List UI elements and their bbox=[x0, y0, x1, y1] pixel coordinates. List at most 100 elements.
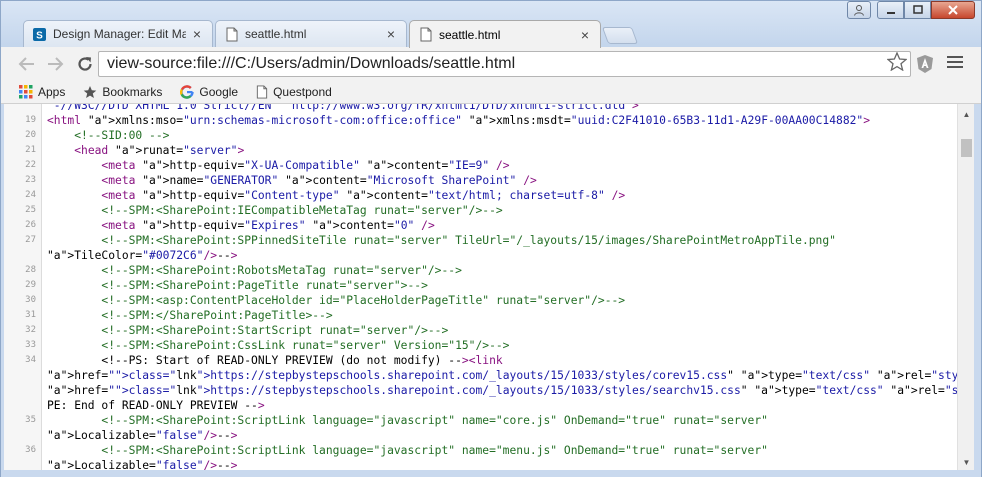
line-code: "a">Localizable="false"/>--> bbox=[47, 429, 238, 442]
line-code: <!--SPM:<SharePoint:StartScript runat="s… bbox=[47, 324, 449, 337]
bookmark-label: Apps bbox=[38, 84, 66, 99]
line-number: 27 bbox=[25, 235, 36, 245]
forward-button[interactable] bbox=[43, 52, 67, 76]
line-code: <!--SID:00 --> bbox=[47, 129, 170, 142]
bookmark-bookmarks[interactable]: Bookmarks bbox=[83, 85, 162, 99]
source-line: 28 <!--SPM:<SharePoint:RobotsMetaTag run… bbox=[4, 263, 957, 278]
vertical-scrollbar[interactable]: ▲ ▼ bbox=[957, 104, 974, 470]
close-tab-icon[interactable]: × bbox=[384, 27, 398, 41]
page-icon bbox=[224, 27, 239, 42]
bookmark-label: Google bbox=[199, 84, 239, 99]
source-line: 34 <!--PS: Start of READ-ONLY PREVIEW (d… bbox=[4, 353, 957, 368]
scrollbar-thumb[interactable] bbox=[961, 139, 972, 157]
bookmark-google[interactable]: Google bbox=[180, 85, 238, 99]
close-tab-icon[interactable]: × bbox=[190, 27, 204, 41]
back-arrow-icon bbox=[18, 57, 34, 71]
line-code: <!--SPM:<SharePoint:ScriptLink language=… bbox=[47, 444, 768, 457]
apps-grid-icon bbox=[19, 84, 33, 99]
source-line: 31 <!--SPM:</SharePoint:PageTitle>--> bbox=[4, 308, 957, 323]
line-number: 32 bbox=[25, 325, 36, 335]
tab-title: seattle.html bbox=[245, 27, 307, 41]
source-lines: "-//W3C//DTD XHTML 1.0 Strict//EN" "http… bbox=[4, 104, 957, 470]
source-line: "a">href="">class="lnk">https://stepbyst… bbox=[4, 383, 957, 398]
scroll-down-arrow-icon[interactable]: ▼ bbox=[958, 454, 975, 470]
line-code: <!--SPM:<SharePoint:SPPinnedSiteTile run… bbox=[47, 234, 836, 247]
close-window-button[interactable] bbox=[931, 1, 975, 19]
back-button[interactable] bbox=[15, 52, 39, 76]
line-code: <html "a">xmlns:mso="urn:schemas-microso… bbox=[47, 114, 871, 127]
user-icon bbox=[854, 5, 864, 16]
source-line: 19 <html "a">xmlns:mso="urn:schemas-micro… bbox=[4, 113, 957, 128]
line-number: 22 bbox=[25, 160, 36, 170]
user-profile-button[interactable] bbox=[847, 1, 871, 19]
source-line: 33 <!--SPM:<SharePoint:CssLink runat="se… bbox=[4, 338, 957, 353]
line-number: 35 bbox=[25, 415, 36, 425]
minimize-icon bbox=[886, 12, 895, 14]
source-view[interactable]: "-//W3C//DTD XHTML 1.0 Strict//EN" "http… bbox=[4, 104, 957, 470]
source-line: "a">href="">class="lnk">https://stepbyst… bbox=[4, 368, 957, 383]
reload-icon bbox=[78, 57, 92, 71]
close-tab-icon[interactable]: × bbox=[578, 28, 592, 42]
line-number: 21 bbox=[25, 145, 36, 155]
line-code: <!--SPM:<asp:ContentPlaceHolder id="Plac… bbox=[47, 294, 626, 307]
window-controls bbox=[847, 1, 975, 19]
tab-seattle-1[interactable]: seattle.html × bbox=[215, 20, 407, 47]
google-icon bbox=[180, 84, 195, 99]
line-code: "-//W3C//DTD XHTML 1.0 Strict//EN" "http… bbox=[47, 104, 639, 112]
tab-design-manager[interactable]: S Design Manager: Edit Ma × bbox=[23, 20, 213, 47]
sharepoint-icon: S bbox=[32, 27, 47, 42]
bookmark-label: Bookmarks bbox=[102, 84, 163, 99]
line-number: 20 bbox=[25, 130, 36, 140]
bookmark-questpond[interactable]: Questpond bbox=[256, 85, 332, 99]
line-number: 33 bbox=[25, 340, 36, 350]
line-number: 36 bbox=[25, 445, 36, 455]
line-number: 25 bbox=[25, 205, 36, 215]
line-code: PE: End of READ-ONLY PREVIEW --> bbox=[47, 399, 265, 412]
source-line: "-//W3C//DTD XHTML 1.0 Strict//EN" "http… bbox=[4, 104, 957, 113]
line-number bbox=[4, 428, 42, 443]
line-code: <meta "a">http-equiv="Content-type" "a">… bbox=[101, 189, 626, 202]
source-line: 23 <meta "a">name="GENERATOR" "a">conten… bbox=[4, 173, 957, 188]
maximize-button[interactable] bbox=[904, 1, 931, 19]
line-number bbox=[4, 368, 42, 383]
minimize-button[interactable] bbox=[877, 1, 904, 19]
source-line: 27 <!--SPM:<SharePoint:SPPinnedSiteTile … bbox=[4, 233, 957, 248]
browser-menu-icon[interactable] bbox=[947, 56, 963, 70]
line-code: <!--SPM:<SharePoint:RobotsMetaTag runat=… bbox=[47, 264, 462, 277]
bookmark-apps[interactable]: Apps bbox=[19, 84, 66, 99]
maximize-icon bbox=[912, 5, 923, 14]
line-number bbox=[4, 458, 42, 470]
bookmark-star-icon[interactable] bbox=[884, 50, 910, 77]
tab-title: seattle.html bbox=[439, 27, 501, 42]
scroll-up-arrow-icon[interactable]: ▲ bbox=[958, 106, 975, 122]
source-line: "a">Localizable="false"/>--> bbox=[4, 458, 957, 470]
line-code: <!--PS: Start of READ-ONLY PREVIEW (do n… bbox=[47, 354, 503, 367]
line-number: 19 bbox=[25, 115, 36, 125]
line-number: 24 bbox=[25, 190, 36, 200]
line-code: <!--SPM:<SharePoint:CssLink runat="serve… bbox=[47, 339, 510, 352]
reload-button[interactable] bbox=[73, 52, 97, 76]
source-line: 25 <!--SPM:<SharePoint:IECompatibleMetaT… bbox=[4, 203, 957, 218]
line-code: "a">href="">class="lnk">https://stepbyst… bbox=[47, 384, 957, 397]
page-icon bbox=[418, 27, 433, 42]
bookmark-label: Questpond bbox=[273, 84, 332, 99]
browser-toolbar: view-source:file:///C:/Users/admin/Downl… bbox=[1, 47, 981, 80]
line-number: 26 bbox=[25, 220, 36, 230]
source-line: 21 <head "a">runat="server"> bbox=[4, 143, 957, 158]
address-bar[interactable]: view-source:file:///C:/Users/admin/Downl… bbox=[98, 50, 911, 77]
line-code: <meta "a">http-equiv="X-UA-Compatible" "… bbox=[101, 159, 510, 172]
forward-arrow-icon bbox=[48, 57, 64, 71]
line-code: <!--SPM:<SharePoint:ScriptLink language=… bbox=[47, 414, 768, 427]
address-url[interactable]: view-source:file:///C:/Users/admin/Downl… bbox=[99, 55, 884, 73]
source-line: PE: End of READ-ONLY PREVIEW --> bbox=[4, 398, 957, 413]
source-line: 36 <!--SPM:<SharePoint:ScriptLink langua… bbox=[4, 443, 957, 458]
line-code: "a">Localizable="false"/>--> bbox=[47, 459, 238, 470]
source-line: 24 <meta "a">http-equiv="Content-type" "… bbox=[4, 188, 957, 203]
browser-window: S Design Manager: Edit Ma × seattle.html… bbox=[0, 0, 982, 477]
star-icon bbox=[83, 85, 97, 99]
source-line: 35 <!--SPM:<SharePoint:ScriptLink langua… bbox=[4, 413, 957, 428]
new-tab-button[interactable] bbox=[601, 27, 639, 44]
extension-shield-icon[interactable] bbox=[915, 54, 935, 74]
window-bottom-border bbox=[1, 470, 981, 477]
tab-seattle-active[interactable]: seattle.html × bbox=[409, 20, 601, 48]
